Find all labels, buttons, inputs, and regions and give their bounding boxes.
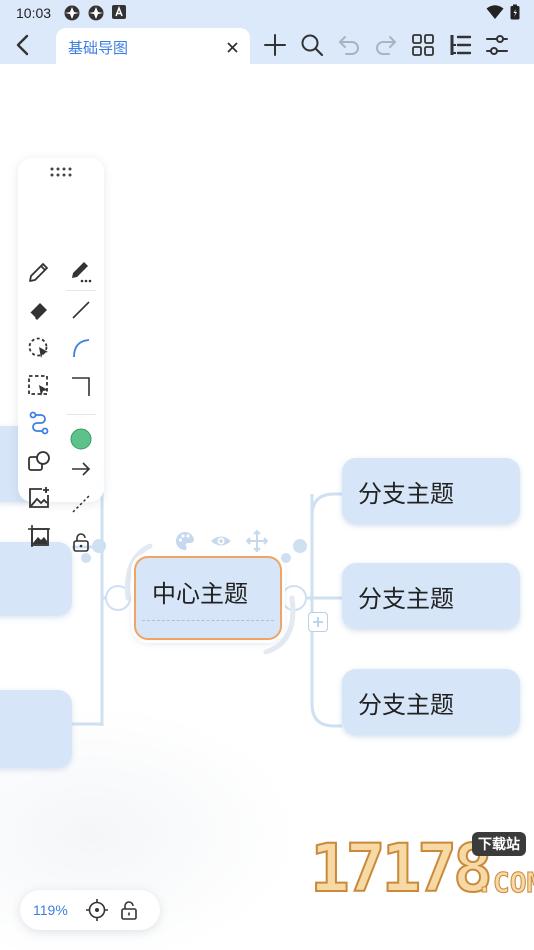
palette-button[interactable]	[174, 530, 196, 552]
connector-tool[interactable]	[24, 408, 54, 438]
visibility-button[interactable]	[210, 530, 232, 552]
outline-button[interactable]	[447, 32, 473, 58]
pencil-dots-icon	[72, 262, 92, 283]
eraser-icon	[29, 303, 47, 320]
app-header: 10:03 基础导图	[0, 0, 534, 66]
drag-handle-icon[interactable]	[49, 166, 73, 178]
app-notification-icon	[87, 4, 105, 22]
wifi-icon	[486, 4, 504, 23]
line-icon	[72, 301, 90, 319]
node-quick-tools	[174, 530, 268, 552]
settings-button[interactable]	[484, 32, 510, 58]
left-branch-node[interactable]	[0, 542, 72, 616]
add-button[interactable]	[262, 32, 288, 58]
chevron-left-icon	[16, 34, 29, 56]
mindmap-canvas[interactable]: 中心主题 分支主题 分支主题 分支主题 119%	[0, 64, 534, 950]
watermark-suffix: .COM	[475, 866, 534, 900]
pen-tool[interactable]	[24, 257, 54, 287]
search-icon	[301, 34, 324, 57]
curve-icon	[73, 339, 90, 358]
redo-icon	[376, 36, 396, 55]
add-child-button[interactable]	[308, 612, 328, 632]
lasso-select-tool[interactable]	[24, 333, 54, 363]
sliders-icon	[486, 35, 508, 55]
dashed-line-icon	[72, 495, 90, 513]
central-topic-node[interactable]: 中心主题	[134, 556, 282, 640]
pen-style-option[interactable]	[66, 257, 96, 287]
toolbar: 基础导图	[0, 26, 534, 66]
unlock-icon	[121, 901, 137, 920]
plus-icon	[264, 34, 286, 56]
zoom-bar: 119%	[20, 890, 160, 930]
arrow-style-option[interactable]	[66, 454, 96, 484]
canvas-lock-button[interactable]	[117, 898, 141, 922]
rect-select-tool[interactable]	[24, 371, 54, 401]
status-time: 10:03	[16, 5, 52, 21]
eye-icon	[211, 536, 231, 546]
shape-tool[interactable]	[24, 446, 54, 476]
plus-icon	[313, 617, 323, 627]
zoom-level[interactable]: 119%	[33, 902, 77, 918]
watermark-number: 17178	[309, 829, 494, 908]
branch-topic-node[interactable]: 分支主题	[342, 669, 520, 735]
grid-icon	[412, 34, 434, 56]
connector-icon	[29, 411, 49, 435]
lasso-icon	[28, 337, 48, 358]
status-bar: 10:03	[0, 0, 534, 26]
image-frame-icon	[28, 525, 50, 547]
image-add-icon	[29, 487, 49, 508]
rect-select-icon	[28, 375, 48, 396]
close-icon	[226, 41, 238, 53]
crosshair-icon	[86, 899, 108, 921]
branch-topic-node[interactable]: 分支主题	[342, 563, 520, 629]
palette-icon	[176, 532, 195, 550]
watermark-logo: 17178 下载站 .COM	[309, 826, 534, 950]
branch-topic-node[interactable]: 分支主题	[342, 458, 520, 524]
curve-line-option[interactable]	[66, 333, 96, 363]
eraser-tool[interactable]	[24, 295, 54, 325]
tab-title: 基础导图	[68, 39, 129, 57]
locate-center-button[interactable]	[85, 898, 109, 922]
document-tab[interactable]: 基础导图	[56, 28, 250, 66]
redo-button[interactable]	[373, 32, 399, 58]
background-image-tool[interactable]	[24, 521, 54, 551]
arrow-right-icon	[72, 462, 91, 476]
central-topic-text: 中心主题	[152, 581, 248, 608]
color-swatch-icon	[70, 428, 92, 450]
elbow-icon	[72, 377, 90, 396]
unlock-icon	[73, 533, 89, 552]
elbow-line-option[interactable]	[66, 371, 96, 401]
search-button[interactable]	[299, 32, 325, 58]
undo-button[interactable]	[336, 32, 362, 58]
font-notification-icon	[111, 4, 129, 22]
move-icon	[246, 530, 268, 552]
left-branch-node[interactable]	[0, 690, 72, 768]
central-topic-note-line	[142, 620, 274, 621]
color-option[interactable]	[66, 424, 96, 454]
straight-line-option[interactable]	[66, 295, 96, 325]
drawing-tool-palette	[18, 158, 104, 552]
insert-image-tool[interactable]	[24, 483, 54, 513]
lock-toggle[interactable]	[66, 527, 96, 557]
battery-icon	[510, 4, 520, 23]
pencil-icon	[29, 263, 48, 282]
back-button[interactable]	[8, 30, 36, 60]
app-notification-icon	[63, 4, 81, 22]
watermark-tag: 下载站	[472, 832, 526, 856]
shapes-icon	[28, 451, 50, 471]
move-button[interactable]	[246, 530, 268, 552]
undo-icon	[339, 36, 359, 55]
layout-button[interactable]	[410, 32, 436, 58]
outline-icon	[450, 35, 472, 55]
close-tab-button[interactable]	[224, 39, 240, 55]
dash-style-option[interactable]	[66, 489, 96, 519]
